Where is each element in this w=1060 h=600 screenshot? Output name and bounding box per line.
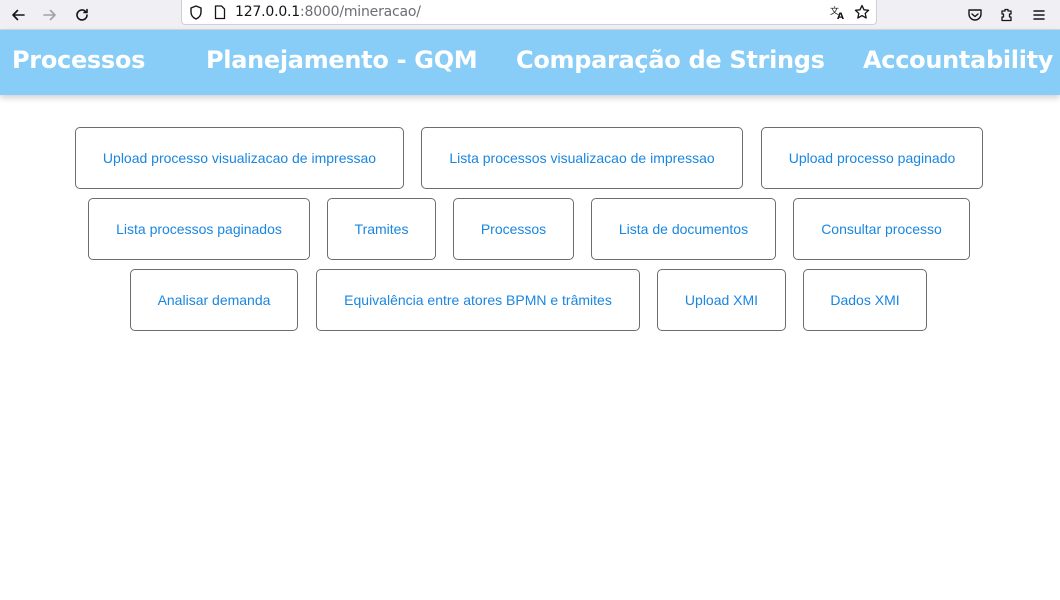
url-path: :8000/mineracao/ [300, 4, 421, 20]
upload-xmi-button[interactable]: Upload XMI [657, 269, 786, 331]
equivalencia-atores-bpmn-button[interactable]: Equivalência entre atores BPMN e trâmite… [316, 269, 640, 331]
reload-icon[interactable] [70, 3, 94, 27]
back-icon[interactable] [6, 3, 30, 27]
url-host: 127.0.0.1 [235, 4, 300, 20]
lista-processos-paginados-button[interactable]: Lista processos paginados [88, 198, 310, 260]
consultar-processo-button[interactable]: Consultar processo [793, 198, 970, 260]
browser-toolbar: 127.0.0.1:8000/mineracao/ 文A [0, 0, 1060, 30]
menu-icon[interactable] [1027, 3, 1051, 27]
lista-processos-visualizacao-button[interactable]: Lista processos visualizacao de impressa… [421, 127, 743, 189]
upload-processo-visualizacao-button[interactable]: Upload processo visualizacao de impressa… [75, 127, 404, 189]
nav-link-comparacao-strings[interactable]: Comparação de Strings [516, 30, 825, 90]
analisar-demanda-button[interactable]: Analisar demanda [130, 269, 298, 331]
forward-icon[interactable] [38, 3, 62, 27]
lista-de-documentos-button[interactable]: Lista de documentos [591, 198, 776, 260]
site-navbar: Processos Planejamento - GQM Comparação … [0, 30, 1060, 95]
url-bar[interactable]: 127.0.0.1:8000/mineracao/ 文A [181, 0, 877, 25]
pocket-icon[interactable] [963, 3, 987, 27]
star-icon[interactable] [854, 4, 870, 20]
dados-xmi-button[interactable]: Dados XMI [803, 269, 927, 331]
svg-text:A: A [837, 12, 844, 20]
shield-icon[interactable] [188, 4, 204, 20]
extensions-icon[interactable] [995, 3, 1019, 27]
tramites-button[interactable]: Tramites [327, 198, 436, 260]
translate-icon[interactable]: 文A [830, 4, 846, 20]
nav-link-accountability[interactable]: Accountability [863, 30, 1053, 90]
upload-processo-paginado-button[interactable]: Upload processo paginado [761, 127, 983, 189]
nav-link-processos[interactable]: Processos [12, 30, 145, 90]
processos-button[interactable]: Processos [453, 198, 574, 260]
url-text[interactable]: 127.0.0.1:8000/mineracao/ [235, 4, 421, 20]
nav-link-planejamento-gqm[interactable]: Planejamento - GQM [206, 30, 478, 90]
page-icon[interactable] [212, 4, 228, 20]
